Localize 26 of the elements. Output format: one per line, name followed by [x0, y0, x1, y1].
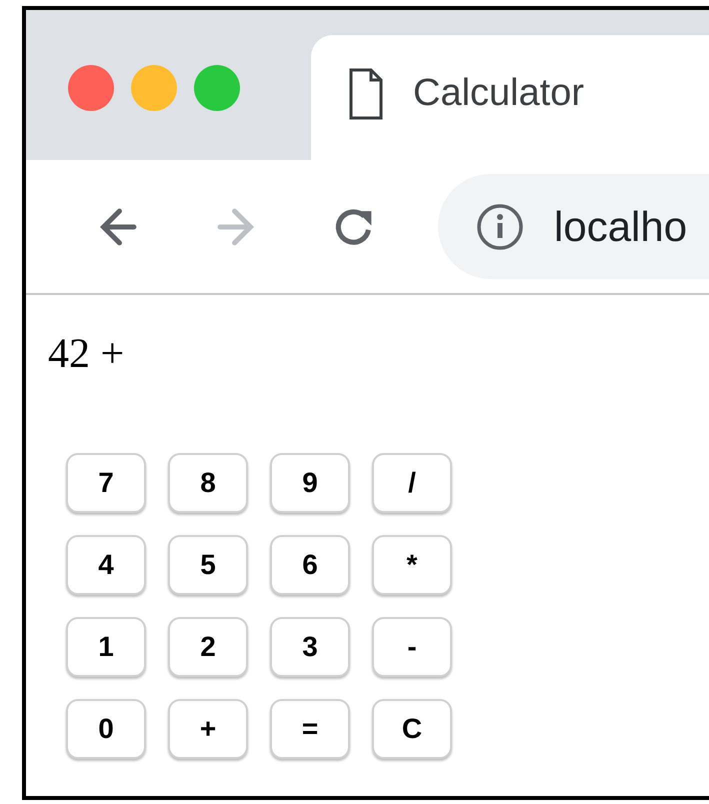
calculator-key[interactable]: 7: [66, 453, 146, 513]
calculator-key[interactable]: 4: [66, 535, 146, 595]
calculator-key[interactable]: *: [372, 535, 452, 595]
tab-title: Calculator: [413, 71, 584, 116]
calculator-display: 42 +: [48, 333, 126, 375]
info-icon: [476, 202, 524, 250]
calculator-key[interactable]: 1: [66, 617, 146, 677]
document-icon: [349, 68, 383, 120]
calculator-key[interactable]: +: [168, 699, 248, 759]
maximize-window-icon[interactable]: [194, 65, 240, 111]
calculator-key[interactable]: 0: [66, 699, 146, 759]
calculator-key[interactable]: C: [372, 699, 452, 759]
address-bar[interactable]: localho: [438, 174, 709, 279]
calculator-key[interactable]: /: [372, 453, 452, 513]
close-window-icon[interactable]: [68, 65, 114, 111]
calculator-key[interactable]: 9: [270, 453, 350, 513]
url-text: localho: [554, 202, 688, 252]
calculator-key[interactable]: 3: [270, 617, 350, 677]
calculator-key[interactable]: 6: [270, 535, 350, 595]
minimize-window-icon[interactable]: [131, 65, 177, 111]
calculator-key[interactable]: 5: [168, 535, 248, 595]
calculator-key[interactable]: 2: [168, 617, 248, 677]
calculator-key[interactable]: =: [270, 699, 350, 759]
calculator-key[interactable]: -: [372, 617, 452, 677]
browser-tab[interactable]: Calculator: [311, 35, 709, 160]
calculator-key[interactable]: 8: [168, 453, 248, 513]
